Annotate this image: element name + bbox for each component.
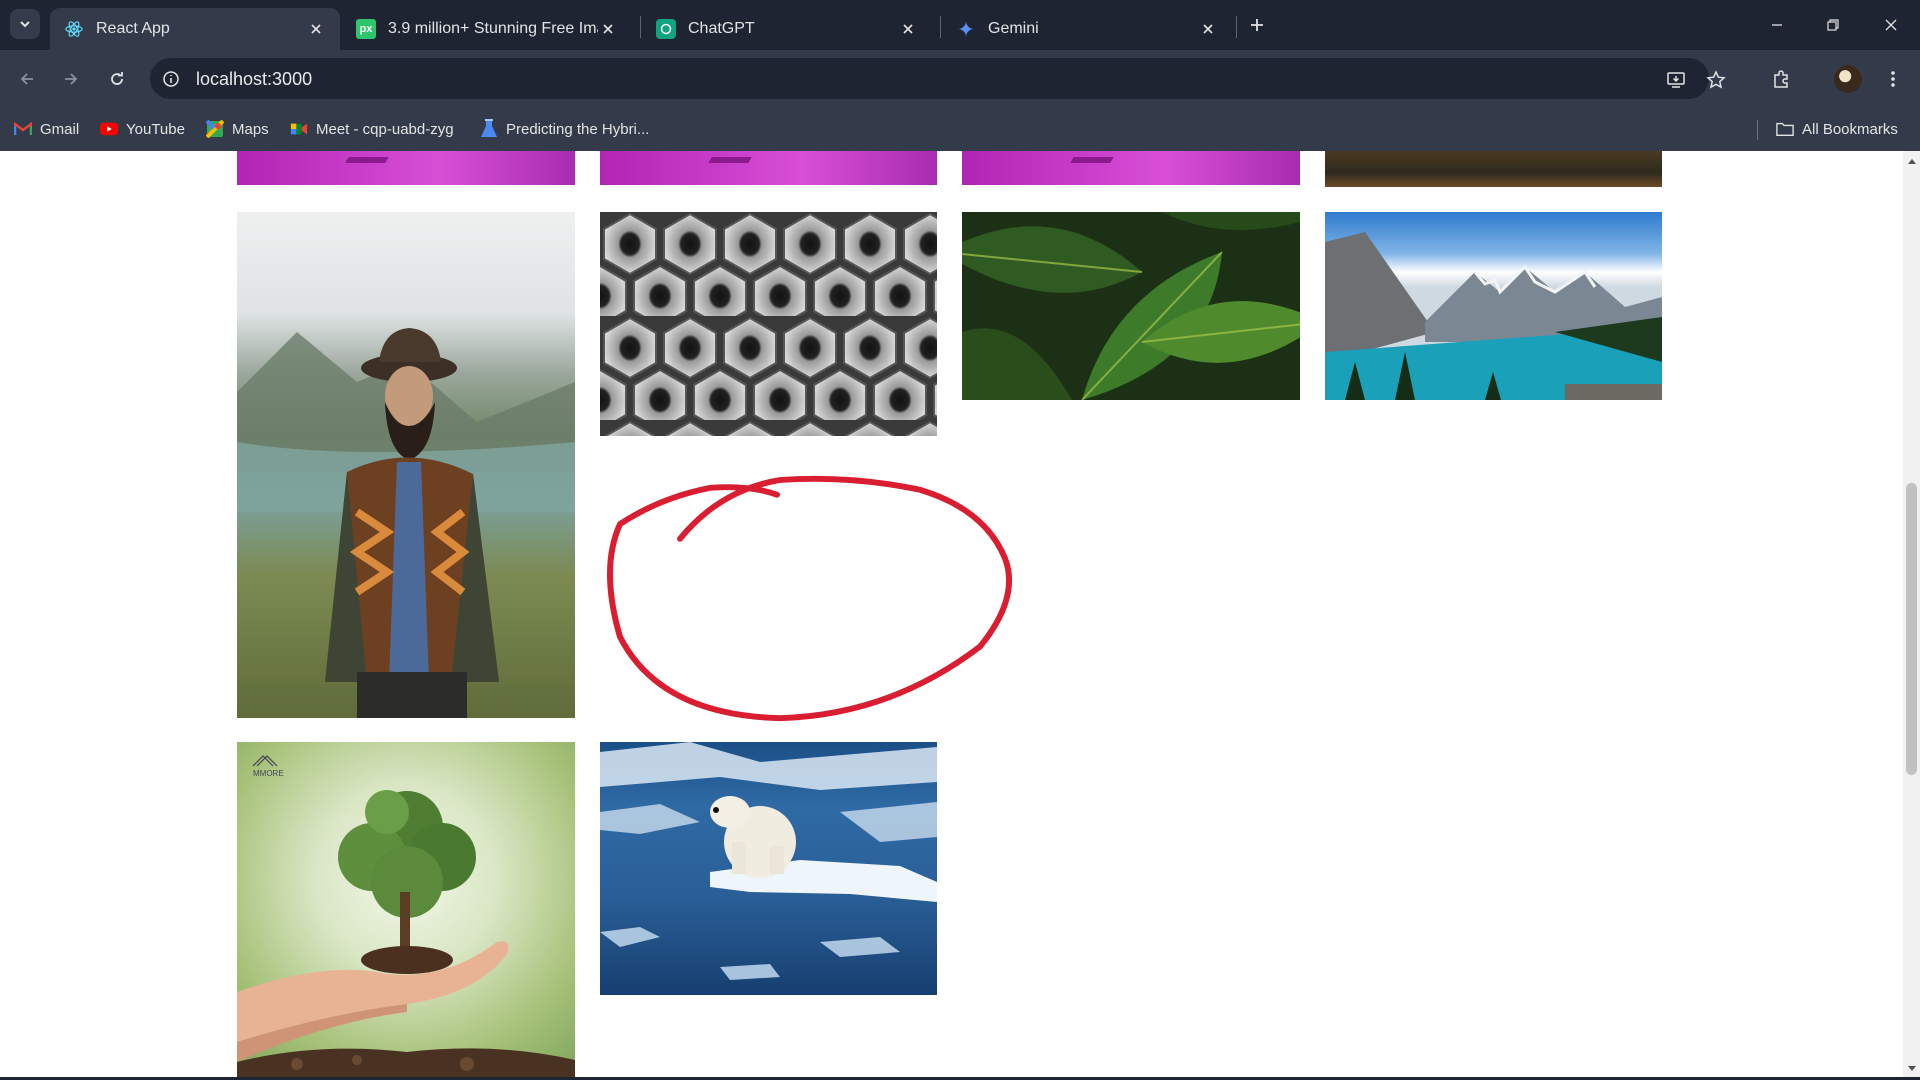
profile-avatar[interactable] [1834,65,1862,93]
gallery-image-leaves[interactable] [962,212,1300,400]
hiker-illustration [237,328,575,718]
close-icon [1885,19,1897,31]
gallery-image-lake[interactable] [1325,212,1662,400]
bookmark-gmail[interactable]: Gmail [14,116,79,142]
bookmark-label: Meet - cqp-uabd-zyg [316,120,454,138]
chatgpt-icon [656,19,676,39]
tab-react-app[interactable]: React App [50,8,340,50]
bookmark-label: All Bookmarks [1802,120,1898,138]
tab-title: Gemini [988,20,1039,37]
flask-icon [480,119,498,138]
browser-menu-button[interactable] [1878,64,1908,94]
watermark-text: MMORE [253,769,284,778]
back-button[interactable] [12,64,42,94]
tab-title: 3.9 million+ Stunning Free Images [388,20,598,37]
restore-icon [1827,19,1839,31]
react-icon [64,19,84,39]
gallery-image[interactable] [600,151,937,185]
extensions-button[interactable] [1766,64,1796,94]
arrow-right-icon [65,73,78,85]
plus-icon [1251,19,1263,31]
bookmark-youtube[interactable]: YouTube [100,116,185,142]
close-icon[interactable] [1198,19,1218,39]
tab-separator [640,16,641,38]
gallery-image[interactable] [1325,151,1662,187]
page-viewport: MMORE [0,151,1903,1080]
leaves-illustration [962,212,1300,400]
arrow-left-icon [20,73,33,85]
gallery-image-tree[interactable]: MMORE [237,742,575,1080]
puzzle-icon [1774,70,1788,88]
gallery-image[interactable] [962,151,1300,185]
red-circle-annotation [607,475,1013,722]
tab-chatgpt[interactable]: ChatGPT [642,8,932,50]
star-icon[interactable] [1704,68,1728,92]
bookmark-label: Maps [232,120,269,138]
tab-separator [940,16,941,38]
hexagon-pattern [600,212,937,436]
restore-button[interactable] [1818,10,1848,40]
address-bar[interactable]: localhost:3000 [150,58,1726,99]
tab-title: ChatGPT [688,20,755,37]
close-icon[interactable] [898,19,918,39]
close-icon[interactable] [598,19,618,39]
bookmark-label: Gmail [40,120,80,138]
bookmark-label: Predicting the Hybri... [506,120,650,138]
gmail-icon [14,120,32,138]
gemini-icon [956,19,976,39]
all-bookmarks-button[interactable]: All Bookmarks [1776,116,1898,142]
bookmark-predicting[interactable]: Predicting the Hybri... [480,116,649,142]
browser-toolbar: localhost:3000 [0,50,1920,107]
gallery-image-hexagons[interactable] [600,212,937,436]
bookmark-maps[interactable]: Maps [206,116,269,142]
gallery-image-man-hiker[interactable] [237,212,575,718]
youtube-icon [100,120,118,138]
polar-bear-illustration [600,742,937,980]
image-detail [1070,157,1114,163]
tab-separator [1236,16,1237,38]
tree-illustration: MMORE [237,755,575,1080]
reload-icon [111,72,123,85]
tab-pixabay[interactable]: px 3.9 million+ Stunning Free Images [342,8,632,50]
tab-gemini[interactable]: Gemini [942,8,1232,50]
page-scrollbar[interactable] [1903,151,1920,1080]
tab-bar: React App px 3.9 million+ Stunning Free … [0,0,1920,50]
image-detail [345,157,389,163]
forward-button[interactable] [56,64,86,94]
new-tab-button[interactable] [1244,12,1270,38]
tab-title: React App [96,20,170,37]
gallery-image[interactable] [237,151,575,185]
scroll-down-arrow[interactable] [1906,1063,1917,1075]
bookmark-meet[interactable]: Meet - cqp-uabd-zyg [290,116,454,142]
close-window-button[interactable] [1876,10,1906,40]
close-icon[interactable] [306,19,326,39]
tab-search-button[interactable] [10,9,40,39]
bookmarks-bar: Gmail YouTube Maps Meet - cqp-uabd-zyg P… [0,107,1920,151]
lake-illustration [1325,232,1662,400]
url-text[interactable]: localhost:3000 [196,69,312,90]
reload-button[interactable] [102,64,132,94]
image-detail [708,157,752,163]
bookmark-label: YouTube [126,120,185,138]
scroll-up-arrow[interactable] [1906,155,1917,167]
gallery-image-polar-bear[interactable] [600,742,937,995]
pixabay-icon: px [356,19,376,39]
maps-icon [206,120,224,138]
site-info-icon[interactable] [158,66,184,92]
scroll-thumb[interactable] [1906,483,1917,775]
meet-icon [290,120,308,138]
more-vert-icon [1891,71,1895,87]
minimize-button[interactable] [1762,10,1792,40]
folder-icon [1776,120,1794,138]
chevron-down-icon [20,21,30,28]
bookmarks-separator [1757,120,1758,140]
install-app-icon[interactable] [1664,68,1688,92]
minimize-icon [1772,24,1782,26]
